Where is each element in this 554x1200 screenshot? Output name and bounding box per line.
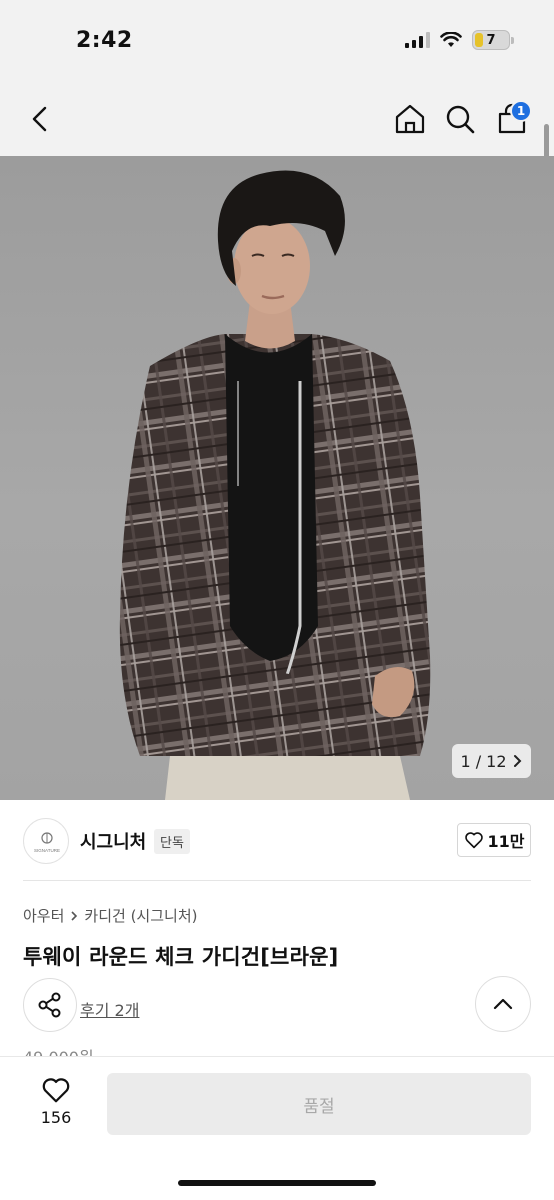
- share-icon: [38, 992, 61, 1018]
- brand-logo[interactable]: SIGNATURE: [23, 818, 69, 864]
- sold-out-button[interactable]: 품절: [107, 1073, 531, 1135]
- chevron-up-icon: [493, 998, 513, 1010]
- battery-icon: 7: [472, 30, 514, 50]
- wishlist-count: 156: [40, 1108, 72, 1127]
- image-counter[interactable]: 1 / 12: [452, 744, 531, 778]
- model-photo: [119, 170, 431, 800]
- product-price: 49,000원: [23, 1044, 94, 1056]
- signature-logo-icon: SIGNATURE: [34, 832, 60, 853]
- brand-like-count: 11만: [487, 832, 525, 851]
- product-image[interactable]: [0, 156, 554, 800]
- brand-like-button[interactable]: 11만: [457, 823, 531, 857]
- exclusive-badge: 단독: [154, 829, 190, 854]
- scroll-top-button[interactable]: [475, 976, 531, 1032]
- breadcrumb: 아우터 카디건 (시그니처): [23, 905, 197, 926]
- product-title: 투웨이 라운드 체크 가디건[브라운]: [23, 945, 339, 969]
- breadcrumb-category[interactable]: 아우터: [23, 905, 64, 926]
- cart-badge: 1: [510, 100, 532, 122]
- brand-name[interactable]: 시그니처: [80, 828, 146, 854]
- home-indicator: [178, 1180, 376, 1186]
- chevron-right-icon: [513, 755, 521, 767]
- top-nav: [0, 84, 554, 156]
- divider: [23, 880, 531, 881]
- image-counter-text: 1 / 12: [460, 751, 507, 771]
- search-icon[interactable]: [443, 102, 477, 136]
- wishlist-button[interactable]: 156: [36, 1076, 76, 1127]
- reviews-link[interactable]: 후기 2개: [80, 997, 139, 1021]
- status-time: 2:42: [76, 28, 133, 53]
- chevron-right-icon: [71, 910, 78, 921]
- svg-text:SIGNATURE: SIGNATURE: [34, 848, 60, 853]
- wifi-icon: [440, 32, 462, 47]
- heart-icon: [464, 832, 483, 849]
- share-button[interactable]: [23, 978, 77, 1032]
- back-arrow-icon[interactable]: [24, 102, 58, 136]
- heart-icon: [42, 1078, 70, 1103]
- home-icon[interactable]: [393, 102, 427, 136]
- battery-level: 7: [486, 32, 496, 48]
- status-bar: 2:42 7: [0, 0, 554, 84]
- cellular-signal-icon: [405, 32, 430, 48]
- breadcrumb-subcategory[interactable]: 카디건 (시그니처): [84, 905, 197, 926]
